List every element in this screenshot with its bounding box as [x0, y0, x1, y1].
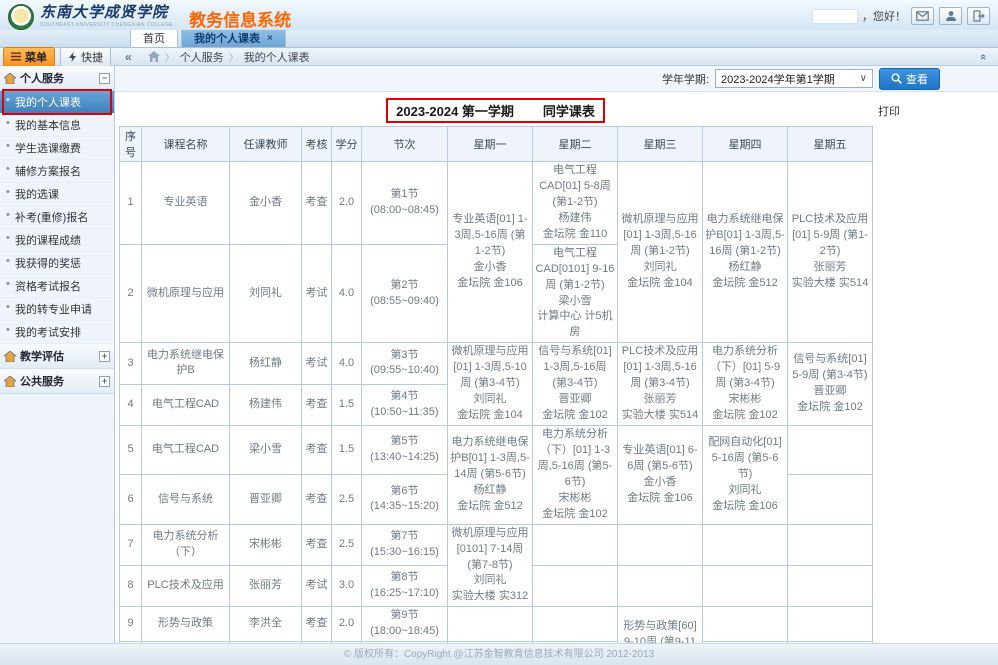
- semester-select[interactable]: 2023-2024学年第1学期 ∨: [715, 69, 873, 88]
- menu-band: 菜单 快捷 « 〉 个人服务 〉 我的个人课表 «: [0, 48, 998, 66]
- sidebar-item-my-schedule[interactable]: 我的个人课表: [0, 91, 114, 114]
- breadcrumb: 〉 个人服务 〉 我的个人课表: [148, 49, 310, 65]
- schedule-cell-empty: [448, 607, 533, 642]
- top-header: 东南大学成贤学院 SOUTHEAST UNIVERSITY CHENGXIAN …: [0, 0, 998, 30]
- table-row: 5 电气工程CAD 梁小雪 考查 1.5 第5节 (13:40~14:25) 电…: [120, 426, 873, 475]
- collapse-group-icon[interactable]: −: [99, 73, 110, 84]
- tab-bar: 首页 我的个人课表 ×: [0, 30, 998, 48]
- sidebar-item-my-course-selection[interactable]: 我的选课: [0, 183, 114, 206]
- schedule-table: 序号 课程名称 任课教师 考核 学分 节次 星期一 星期二 星期三 星期四 星期…: [119, 126, 873, 661]
- brand: 东南大学成贤学院 SOUTHEAST UNIVERSITY CHENGXIAN …: [8, 2, 291, 31]
- table-row: 7 电力系统分析（下） 宋彬彬 考查 2.5 第7节 (15:30~16:15)…: [120, 524, 873, 565]
- schedule-cell-empty: [618, 565, 703, 606]
- house-icon: [4, 73, 16, 84]
- schedule-cell: 微机原理与应用[01] 1-3周,5-10周 (第3-4节) 刘同礼 金坛院 金…: [448, 343, 533, 426]
- menu-icon: [11, 52, 21, 61]
- schedule-cell-empty: [533, 565, 618, 606]
- schedule-cell: PLC技术及应用[01] 5-9周 (第1-2节) 张丽芳 实验大楼 实514: [788, 162, 873, 343]
- logout-button[interactable]: [967, 7, 990, 25]
- semester-toolbar: 学年学期: 2023-2024学年第1学期 ∨ 查看: [115, 66, 998, 92]
- schedule-cell-empty: [618, 524, 703, 565]
- schedule-panel: 2023-2024 第一学期 同学课表 打印 序号 课程名称 任课教师: [115, 92, 998, 661]
- panel-collapse-icon[interactable]: «: [977, 53, 989, 59]
- header-row: 序号 课程名称 任课教师 考核 学分 节次 星期一 星期二 星期三 星期四 星期…: [120, 127, 873, 162]
- sidebar-item-minor-registration[interactable]: 辅修方案报名: [0, 160, 114, 183]
- footer-copyright: © 版权所有：CopyRight @江苏金智教育信息技术有限公司 2012-20…: [0, 643, 998, 665]
- schedule-cell-empty: [533, 524, 618, 565]
- menu-button[interactable]: 菜单: [3, 47, 55, 67]
- user-button[interactable]: [939, 7, 962, 25]
- college-name: 东南大学成贤学院: [40, 6, 173, 21]
- view-button[interactable]: 查看: [879, 68, 940, 90]
- print-button[interactable]: 打印: [878, 103, 900, 119]
- house-icon: [4, 376, 16, 387]
- schedule-cell-empty: [788, 524, 873, 565]
- mail-button[interactable]: [911, 7, 934, 25]
- schedule-cell: 电力系统分析（下）[01] 1-3周,5-16周 (第5-6节) 宋彬彬 金坛院…: [533, 426, 618, 525]
- sidebar-item-major-transfer[interactable]: 我的转专业申请: [0, 298, 114, 321]
- schedule-cell-empty: [703, 607, 788, 642]
- schedule-cell: 电力系统分析（下）[01] 5-9周 (第3-4节) 宋彬彬 金坛院 金102: [703, 343, 788, 426]
- schedule-cell-empty: [703, 524, 788, 565]
- sidebar-item-awards[interactable]: 我获得的奖惩: [0, 252, 114, 275]
- sidebar-item-course-grades[interactable]: 我的课程成绩: [0, 229, 114, 252]
- sidebar-item-exam-schedule[interactable]: 我的考试安排: [0, 321, 114, 344]
- house-icon: [4, 351, 16, 362]
- schedule-cell: 信号与系统[01] 5-9周 (第3-4节) 晋亚卿 金坛院 金102: [788, 343, 873, 426]
- schedule-cell: 电气工程CAD[01] 5-8周 (第1-2节) 杨建伟 金坛院 金110: [533, 162, 618, 245]
- home-icon[interactable]: [148, 51, 160, 62]
- sidebar-group-teaching-evaluation[interactable]: 教学评估 +: [0, 344, 114, 369]
- schedule-cell: 专业英语[01] 6-6周 (第5-6节) 金小香 金坛院 金106: [618, 426, 703, 525]
- sidebar-item-basic-info[interactable]: 我的基本信息: [0, 114, 114, 137]
- schedule-cell: 微机原理与应用[0101] 7-14周 (第7-8节) 刘同礼 实验大楼 实31…: [448, 524, 533, 607]
- username-redacted: [813, 10, 857, 23]
- close-icon[interactable]: ×: [267, 33, 273, 44]
- breadcrumb-my-schedule[interactable]: 我的个人课表: [244, 49, 310, 65]
- schedule-cell: 配网自动化[01] 5-16周 (第5-6节) 刘同礼 金坛院 金106: [703, 426, 788, 525]
- quick-icon: [68, 52, 77, 62]
- sidebar-item-course-payment[interactable]: 学生选课缴费: [0, 137, 114, 160]
- chevron-down-icon: ∨: [860, 73, 867, 84]
- search-icon: [891, 73, 902, 84]
- sidebar-item-qualification-exam[interactable]: 资格考试报名: [0, 275, 114, 298]
- schedule-cell: 微机原理与应用[01] 1-3周,5-16周 (第1-2节) 刘同礼 金坛院 金…: [618, 162, 703, 343]
- schedule-cell-empty: [788, 607, 873, 642]
- schedule-cell: PLC技术及应用[01] 1-3周,5-16周 (第3-4节) 张丽芳 实验大楼…: [618, 343, 703, 426]
- table-row: 1 专业英语 金小香 考查 2.0 第1节 (08:00~08:45) 专业英语…: [120, 162, 873, 245]
- schedule-cell-empty: [788, 426, 873, 475]
- schedule-cell-empty: [533, 607, 618, 642]
- semester-label: 学年学期:: [662, 71, 709, 87]
- sidebar-item-makeup-exam[interactable]: 补考(重修)报名: [0, 206, 114, 229]
- main-content: 学年学期: 2023-2024学年第1学期 ∨ 查看 2023-2024 第一学…: [115, 66, 998, 661]
- schedule-cell: 电力系统继电保护B[01] 1-3周,5-14周 (第5-6节) 杨红静 金坛院…: [448, 426, 533, 525]
- user-icon: [945, 10, 957, 22]
- schedule-cell: 专业英语[01] 1-3周,5-16周 (第1-2节) 金小香 金坛院 金106: [448, 162, 533, 343]
- college-logo-icon: [8, 4, 34, 30]
- schedule-cell: 电气工程CAD[0101] 9-16周 (第1-2节) 梁小雪 计算中心 计5机…: [533, 244, 618, 343]
- schedule-title: 2023-2024 第一学期 同学课表: [386, 98, 605, 123]
- expand-group-icon[interactable]: +: [99, 351, 110, 362]
- system-title: 教务信息系统: [189, 6, 291, 31]
- schedule-cell: 电力系统继电保护B[01] 1-3周,5-16周 (第1-2节) 杨红静 金坛院…: [703, 162, 788, 343]
- sidebar: 个人服务 − 我的个人课表 我的基本信息 学生选课缴费 辅修方案报名 我的选课 …: [0, 66, 115, 661]
- sidebar-group-personal-service[interactable]: 个人服务 −: [0, 66, 114, 91]
- college-subtitle: SOUTHEAST UNIVERSITY CHENGXIAN COLLEGE: [40, 23, 173, 28]
- schedule-cell: 信号与系统[01] 1-3周,5-16周 (第3-4节) 晋亚卿 金坛院 金10…: [533, 343, 618, 426]
- logout-icon: [973, 10, 985, 22]
- table-row: 9 形势与政策 李洪全 考查 2.0 第9节 (18:00~18:45) 形势与…: [120, 607, 873, 642]
- schedule-cell-empty: [703, 565, 788, 606]
- schedule-cell-empty: [788, 475, 873, 524]
- mail-icon: [916, 11, 929, 21]
- sidebar-group-public-service[interactable]: 公共服务 +: [0, 369, 114, 394]
- sidebar-collapse-icon[interactable]: «: [125, 50, 132, 64]
- table-row: 3 电力系统继电保护B 杨红静 考试 4.0 第3节 (09:55~10:40)…: [120, 343, 873, 384]
- quick-button[interactable]: 快捷: [60, 47, 111, 67]
- schedule-cell-empty: [788, 565, 873, 606]
- breadcrumb-personal-service[interactable]: 个人服务: [180, 49, 224, 65]
- greeting-text: ，您好！: [862, 8, 906, 24]
- expand-group-icon[interactable]: +: [99, 376, 110, 387]
